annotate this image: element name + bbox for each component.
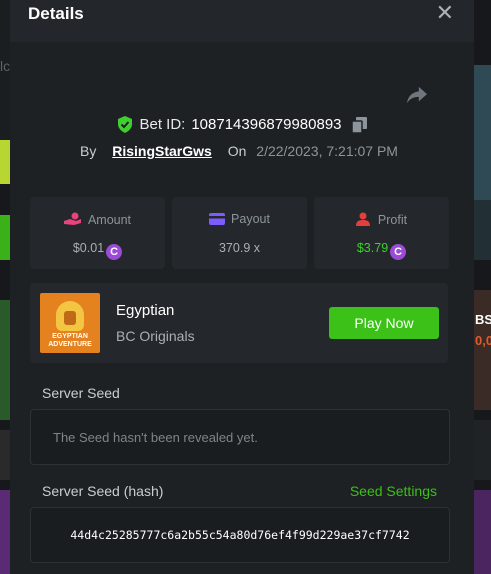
game-name: Egyptian	[116, 302, 175, 319]
profit-value: $3.79	[356, 241, 389, 255]
coin-icon: C	[106, 244, 123, 260]
background-right-text: BS	[475, 312, 491, 327]
close-icon[interactable]: ✕	[436, 2, 454, 24]
game-card: EGYPTIAN ADVENTURE Egyptian BC Originals …	[30, 283, 448, 363]
amount-hand-icon	[63, 212, 81, 225]
profit-card: Profit $3.79 C	[314, 197, 449, 269]
bet-author-row: By RisingStarGws On 2/22/2023, 7:21:07 P…	[80, 143, 398, 159]
thumb-text-1: EGYPTIAN	[52, 333, 88, 340]
background-left-text: lc	[0, 58, 11, 74]
seed-settings-link[interactable]: Seed Settings	[350, 483, 437, 499]
amount-label: Amount	[87, 213, 132, 227]
game-provider: BC Originals	[116, 328, 195, 344]
background-right-fragment: BS 0,0	[474, 0, 491, 574]
game-thumbnail[interactable]: EGYPTIAN ADVENTURE	[40, 293, 100, 353]
payout-label-row: Payout	[172, 212, 307, 226]
bet-id-row: Bet ID: 108714396879980893	[10, 116, 474, 137]
server-seed-label: Server Seed	[42, 385, 120, 401]
server-seed-hash-value: 44d4c25285777c6a2b55c54a80d76ef4f99d229a…	[70, 528, 410, 542]
server-seed-field: The Seed hasn't been revealed yet.	[30, 409, 450, 465]
copy-icon[interactable]	[351, 116, 367, 133]
profit-user-icon	[355, 212, 370, 226]
amount-label-row: Amount	[30, 212, 165, 227]
bet-id-value: 108714396879980893	[191, 116, 342, 133]
bet-details-modal: Details ✕ Bet ID: 108714396879980893 By …	[10, 0, 474, 574]
server-seed-hash-field[interactable]: 44d4c25285777c6a2b55c54a80d76ef4f99d229a…	[30, 507, 450, 563]
modal-title: Details	[28, 4, 84, 23]
payout-value: 370.9 x	[218, 241, 260, 255]
on-label: On	[227, 143, 247, 159]
payout-card-icon	[209, 213, 226, 225]
server-seed-value: The Seed hasn't been revealed yet.	[53, 430, 258, 445]
modal-header: Details ✕	[10, 0, 474, 42]
shield-check-icon	[118, 116, 133, 133]
bet-timestamp: 2/22/2023, 7:21:07 PM	[256, 143, 398, 159]
payout-label: Payout	[231, 212, 270, 226]
by-label: By	[80, 143, 97, 159]
profit-value-row: $3.79 C	[314, 241, 449, 260]
profit-label: Profit	[377, 213, 408, 227]
profit-label-row: Profit	[314, 212, 449, 227]
server-seed-hash-label: Server Seed (hash)	[42, 483, 164, 499]
amount-value-row: $0.01 C	[30, 241, 165, 260]
amount-card: Amount $0.01 C	[30, 197, 165, 269]
play-now-button[interactable]: Play Now	[329, 307, 439, 339]
background-right-text-2: 0,0	[475, 333, 491, 348]
bet-id-label: Bet ID:	[139, 116, 186, 133]
payout-card: Payout 370.9 x	[172, 197, 307, 269]
player-username-link[interactable]: RisingStarGws	[112, 143, 212, 159]
amount-value: $0.01	[72, 241, 105, 255]
coin-icon: C	[390, 244, 407, 260]
thumb-text-2: ADVENTURE	[48, 341, 92, 348]
share-icon[interactable]	[406, 85, 428, 105]
